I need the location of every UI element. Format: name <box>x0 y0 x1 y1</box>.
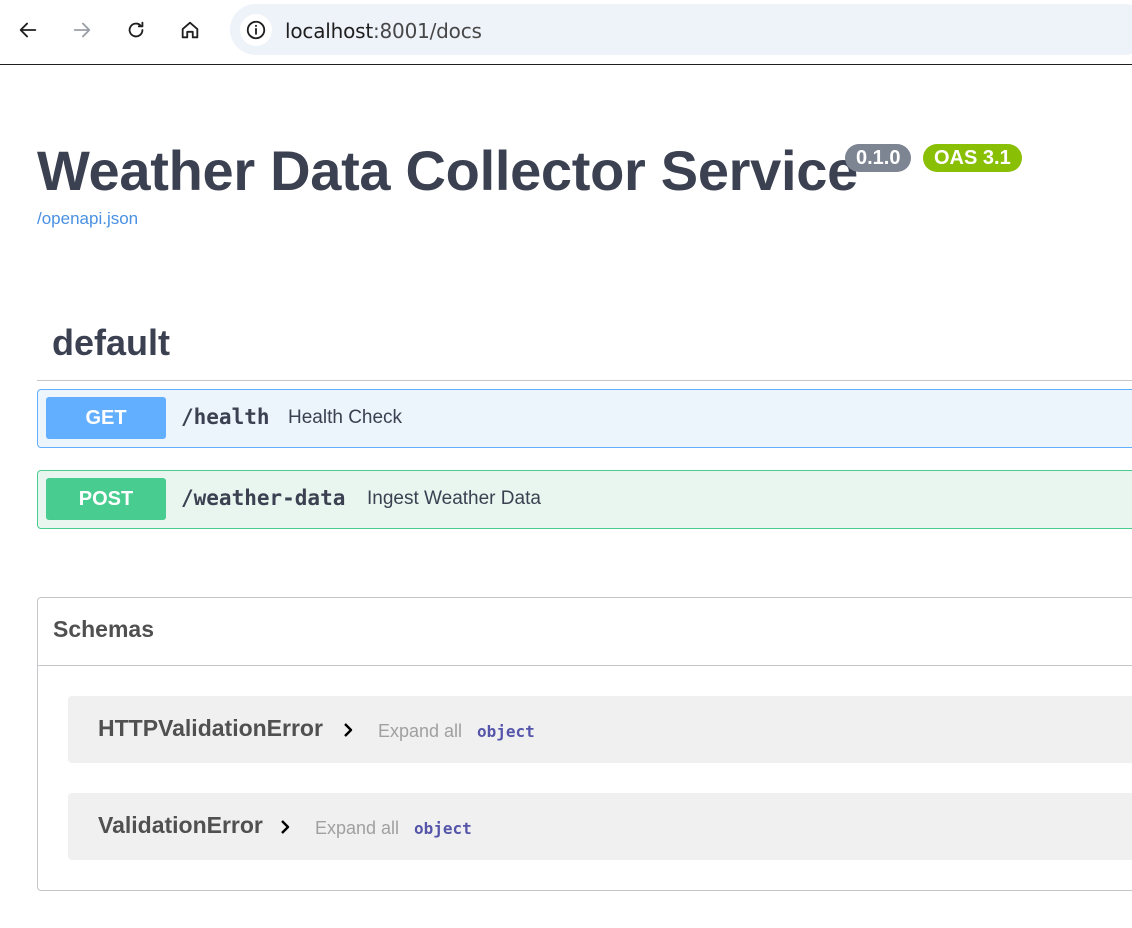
reload-button[interactable] <box>118 12 154 48</box>
expand-all-button[interactable]: Expand all <box>315 818 399 839</box>
tag-section-header[interactable]: default <box>37 318 1132 381</box>
operation-path: /weather-data <box>181 486 346 510</box>
chevron-right-icon[interactable] <box>341 722 355 738</box>
method-badge-get: GET <box>46 397 166 439</box>
operation-path: /health <box>181 405 270 429</box>
back-button[interactable] <box>10 12 46 48</box>
model-name[interactable]: HTTPValidationError <box>98 715 323 742</box>
model-type: object <box>414 819 472 838</box>
version-badge: 0.1.0 <box>845 144 912 172</box>
schemas-title: Schemas <box>53 616 155 642</box>
reload-icon <box>128 21 144 38</box>
operation-post-weather-data[interactable]: POST /weather-data Ingest Weather Data <box>37 470 1132 529</box>
model-type: object <box>477 722 535 741</box>
chevron-right-icon[interactable] <box>278 819 292 835</box>
url-path: :8001/docs <box>372 19 482 43</box>
schema-model-validationerror[interactable]: ValidationError Expand all object <box>68 793 1132 860</box>
page-title: Weather Data Collector Service <box>37 139 858 202</box>
forward-button[interactable] <box>64 12 100 48</box>
method-badge-post: POST <box>46 478 166 520</box>
openapi-json-link[interactable]: /openapi.json <box>37 209 138 229</box>
url-host: localhost <box>285 19 373 43</box>
site-info-button[interactable] <box>240 14 272 46</box>
arrow-right-icon <box>73 22 91 38</box>
oas-badge: OAS 3.1 <box>923 144 1022 172</box>
info-icon <box>246 20 266 40</box>
operation-get-health[interactable]: GET /health Health Check <box>37 389 1132 448</box>
tag-name: default <box>52 322 171 363</box>
operation-summary: Health Check <box>288 407 403 428</box>
operation-summary: Ingest Weather Data <box>367 488 541 509</box>
model-name[interactable]: ValidationError <box>98 812 263 839</box>
schema-model-httpvalidationerror[interactable]: HTTPValidationError Expand all object <box>68 696 1132 763</box>
expand-all-button[interactable]: Expand all <box>378 721 462 742</box>
home-button[interactable] <box>172 12 208 48</box>
arrow-left-icon <box>19 22 37 38</box>
schemas-header[interactable]: Schemas <box>38 598 1132 666</box>
url-text[interactable]: localhost:8001/docs <box>285 19 482 43</box>
api-info: Weather Data Collector Service 0.1.0 OAS… <box>37 138 1022 203</box>
schemas-section: Schemas HTTPValidationError Expand all o… <box>37 597 1132 891</box>
address-bar[interactable]: localhost:8001/docs <box>230 4 1132 55</box>
home-icon <box>181 21 199 39</box>
browser-toolbar: localhost:8001/docs <box>0 0 1132 65</box>
